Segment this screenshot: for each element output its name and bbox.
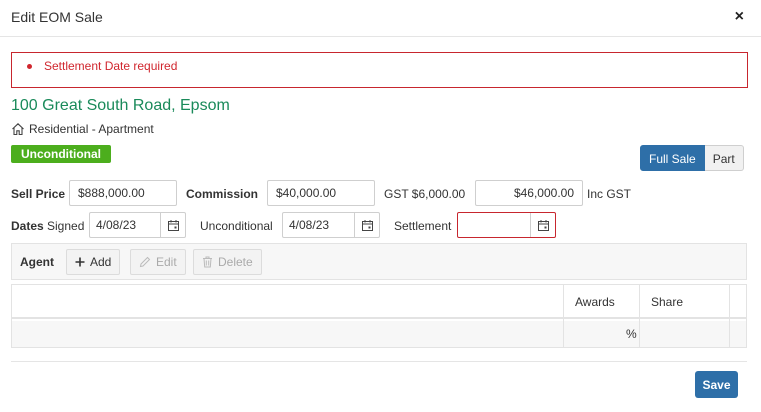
column-divider xyxy=(563,285,564,347)
validation-alert: Settlement Date required xyxy=(11,52,748,88)
settlement-label: Settlement xyxy=(394,219,452,233)
close-icon[interactable]: × xyxy=(735,8,744,26)
column-divider xyxy=(639,285,640,347)
edit-agent-button[interactable]: Edit xyxy=(130,249,186,275)
signed-label: Signed xyxy=(47,219,85,233)
property-type: Residential - Apartment xyxy=(11,122,154,136)
awards-percent: % xyxy=(626,327,637,341)
unconditional-date-input[interactable] xyxy=(283,213,354,237)
sell-price-input[interactable] xyxy=(69,180,177,206)
table-header: Awards Share xyxy=(12,285,746,319)
pencil-icon xyxy=(139,256,151,268)
calendar-icon[interactable] xyxy=(354,213,379,237)
home-icon xyxy=(12,123,24,136)
status-badge: Unconditional xyxy=(11,145,111,163)
inc-gst-label: Inc GST xyxy=(587,187,632,201)
dialog-title: Edit EOM Sale xyxy=(11,9,103,25)
unconditional-label: Unconditional xyxy=(200,219,273,233)
sell-price-label: Sell Price xyxy=(11,187,66,201)
agent-table: Awards Share % xyxy=(11,284,747,348)
edit-label: Edit xyxy=(156,255,177,269)
delete-label: Delete xyxy=(218,255,253,269)
trash-icon xyxy=(202,256,213,268)
signed-date-picker xyxy=(89,212,186,238)
commission-input[interactable] xyxy=(267,180,375,206)
add-agent-button[interactable]: Add xyxy=(66,249,121,275)
dialog-header: Edit EOM Sale × xyxy=(0,0,761,37)
plus-icon xyxy=(75,257,85,267)
table-row[interactable]: % xyxy=(12,321,746,347)
alert-message: Settlement Date required xyxy=(27,59,747,73)
unconditional-date-picker xyxy=(282,212,380,238)
column-header-share[interactable]: Share xyxy=(651,295,683,309)
sale-type-toggle: Full Sale Part xyxy=(640,145,744,171)
agent-label: Agent xyxy=(20,255,54,269)
full-sale-button[interactable]: Full Sale xyxy=(640,145,705,171)
add-label: Add xyxy=(90,255,112,269)
footer-divider xyxy=(11,361,747,362)
delete-agent-button[interactable]: Delete xyxy=(193,249,262,275)
signed-date-input[interactable] xyxy=(90,213,160,237)
column-header-awards[interactable]: Awards xyxy=(575,295,615,309)
part-sale-button[interactable]: Part xyxy=(704,145,744,171)
column-divider xyxy=(729,285,730,347)
commission-label: Commission xyxy=(186,187,259,201)
inc-gst-input[interactable] xyxy=(475,180,583,206)
property-type-label: Residential - Apartment xyxy=(29,122,154,136)
save-button[interactable]: Save xyxy=(695,371,738,398)
gst-amount: GST $6,000.00 xyxy=(384,187,466,201)
property-address: 100 Great South Road, Epsom xyxy=(11,97,230,114)
agent-toolbar: Agent Add Edit Delete xyxy=(11,243,747,280)
settlement-date-input[interactable] xyxy=(458,213,530,237)
dates-label: Dates xyxy=(11,219,44,233)
calendar-icon[interactable] xyxy=(160,213,185,237)
calendar-icon[interactable] xyxy=(530,213,555,237)
settlement-date-picker xyxy=(457,212,556,238)
